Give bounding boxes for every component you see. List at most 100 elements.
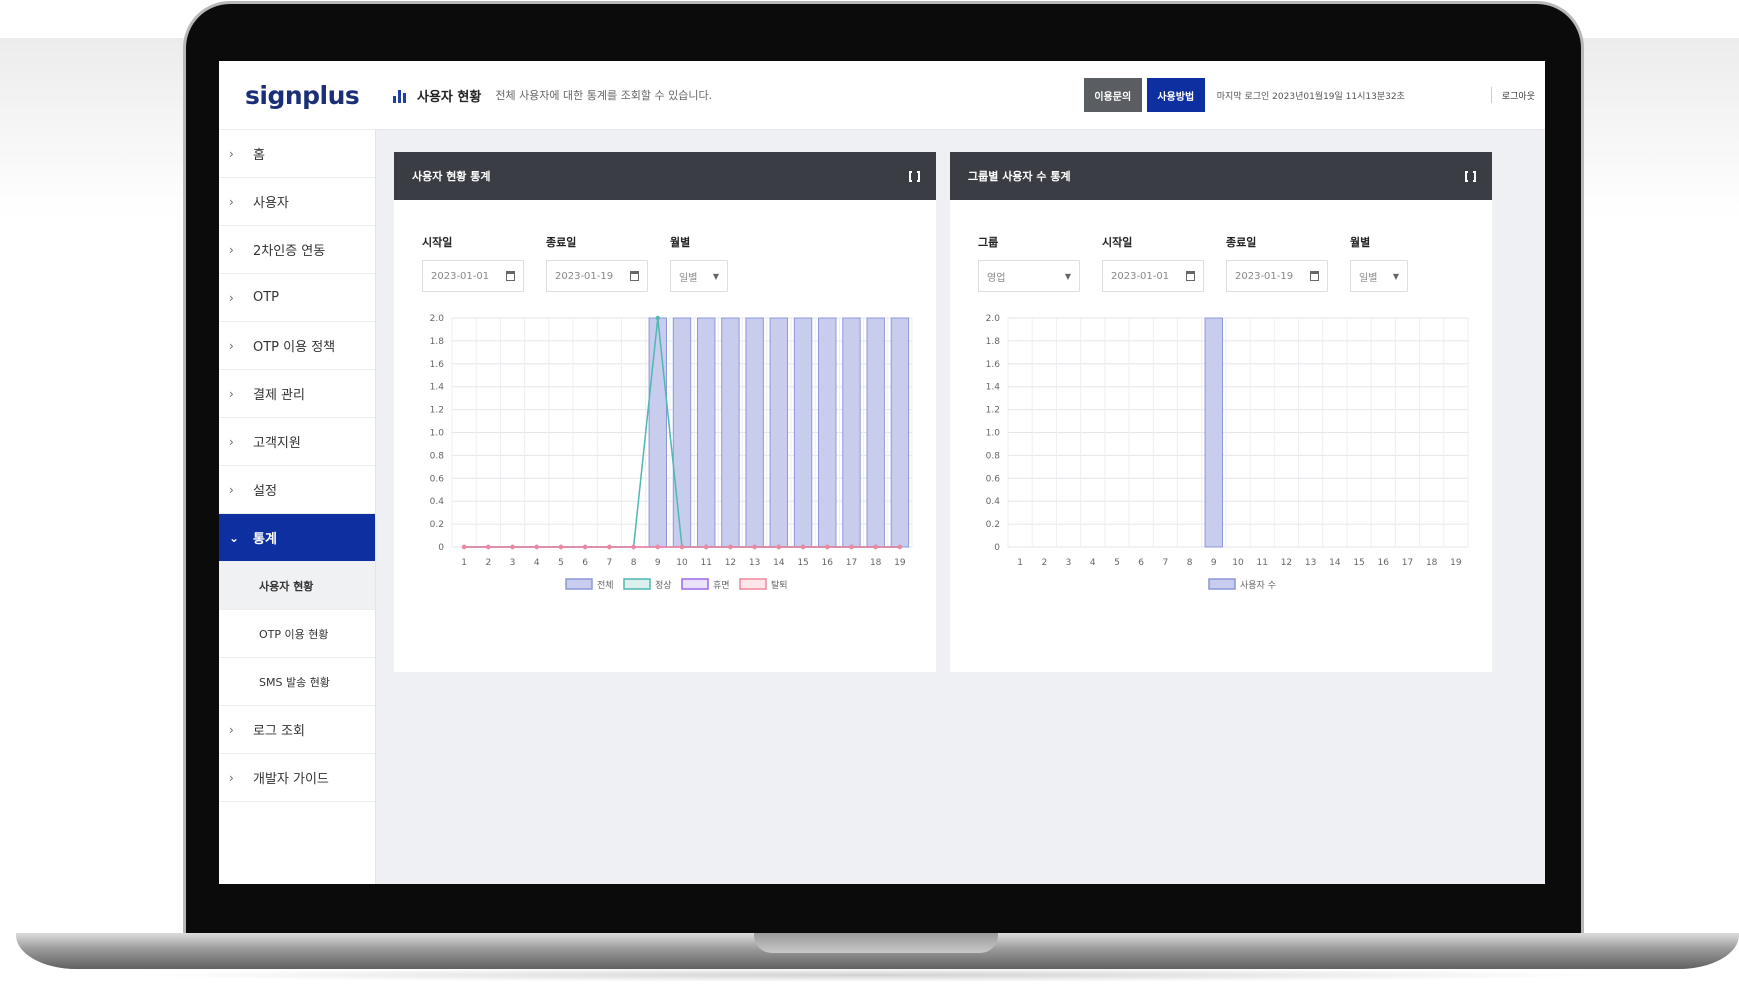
- chevron-down-icon: ▼: [712, 271, 719, 281]
- period-select[interactable]: 일별 ▼: [1350, 260, 1408, 292]
- y-tick-label: 0.8: [430, 451, 445, 461]
- sidebar-item-home[interactable]: › 홈: [219, 130, 375, 178]
- legend-label: 탈퇴: [771, 580, 788, 591]
- sidebar: signplus › 홈 › 사용자 › 2차인증 연동 › OTP › OTP 이용 정…: [219, 61, 376, 884]
- sidebar-item-label: 개발자 가이드: [253, 772, 329, 787]
- chevron-right-icon: ›: [229, 482, 234, 497]
- start-date-input[interactable]: 2023-01-01: [1102, 260, 1204, 292]
- end-date-label: 종료일: [1226, 236, 1257, 249]
- data-point: [704, 544, 709, 550]
- calendar-icon[interactable]: [506, 271, 515, 281]
- bar: [672, 317, 692, 548]
- logo[interactable]: signplus: [219, 61, 375, 130]
- x-tick-label: 6: [1138, 558, 1144, 568]
- bar: [866, 317, 885, 548]
- group-select[interactable]: 영업 ▼: [978, 260, 1080, 292]
- y-tick-label: 0.4: [986, 497, 1001, 507]
- x-tick-label: 12: [725, 558, 736, 568]
- data-point: [582, 544, 588, 550]
- submenu-otp-usage[interactable]: OTP 이용 현황: [219, 610, 375, 658]
- data-point: [486, 544, 491, 550]
- sidebar-item-label: 결제 관리: [253, 388, 305, 403]
- submenu-user-status[interactable]: 사용자 현황: [219, 562, 375, 610]
- sidebar-item-label: 설정: [253, 484, 277, 499]
- y-tick-label: 2.0: [986, 314, 1001, 324]
- laptop-notch: [754, 933, 998, 953]
- x-tick-label: 11: [1256, 558, 1267, 568]
- inquiry-button[interactable]: 이용문의: [1083, 78, 1142, 112]
- legend-label: 사용자 수: [1240, 580, 1276, 591]
- sidebar-item-otp[interactable]: › OTP: [219, 274, 375, 322]
- y-tick-label: 1.2: [430, 406, 444, 416]
- y-tick-label: 2.0: [430, 314, 445, 324]
- chevron-right-icon: ›: [229, 290, 234, 305]
- sidebar-item-otp-policy[interactable]: › OTP 이용 정책: [219, 322, 375, 370]
- x-tick-label: 6: [582, 558, 588, 568]
- sidebar-item-statistics[interactable]: ⌄ 통계: [219, 514, 375, 562]
- x-tick-label: 19: [1450, 558, 1462, 568]
- chevron-down-icon: ▼: [1064, 271, 1071, 281]
- bar: [818, 317, 837, 548]
- x-tick-label: 5: [558, 558, 564, 568]
- page-description: 전체 사용자에 대한 통계를 조회할 수 있습니다.: [495, 89, 713, 102]
- chevron-right-icon: ›: [229, 194, 234, 209]
- sidebar-item-label: 홈: [253, 148, 265, 163]
- logout-link[interactable]: 로그아웃: [1502, 89, 1535, 102]
- submenu-sms-status[interactable]: SMS 발송 현황: [219, 658, 375, 706]
- period-select[interactable]: 일별 ▼: [670, 260, 728, 292]
- x-tick-label: 10: [1232, 558, 1244, 568]
- y-tick-label: 1.2: [986, 406, 1000, 416]
- sidebar-item-support[interactable]: › 고객지원: [219, 418, 375, 466]
- data-point: [461, 544, 467, 550]
- legend-label: 휴면: [713, 580, 730, 591]
- x-tick-label: 14: [773, 558, 785, 568]
- group-user-chart: 00.20.40.60.81.01.21.41.61.82.01 2 3 4 5 6 7 8 9…: [986, 314, 1469, 591]
- sidebar-item-label: OTP 이용 정책: [253, 340, 336, 355]
- x-tick-label: 16: [822, 558, 834, 568]
- chevron-right-icon: ›: [229, 146, 234, 161]
- sidebar-item-2fa[interactable]: › 2차인증 연동: [219, 226, 375, 274]
- calendar-icon[interactable]: [1186, 271, 1195, 281]
- sidebar-item-label: 로그 조회: [253, 724, 305, 739]
- x-tick-label: 2: [485, 558, 491, 568]
- chevron-right-icon: ›: [229, 770, 234, 785]
- user-status-chart: 00.20.40.60.81.01.21.41.61.82.01 2 3 4 5 6 7 8 9…: [430, 314, 913, 591]
- expand-icon[interactable]: [909, 168, 920, 184]
- sidebar-item-billing[interactable]: › 결제 관리: [219, 370, 375, 418]
- x-tick-label: 8: [631, 558, 637, 568]
- calendar-icon[interactable]: [630, 271, 639, 281]
- data-point: [679, 544, 685, 550]
- data-point: [655, 544, 660, 550]
- sidebar-item-dev-guide[interactable]: › 개발자 가이드: [219, 754, 375, 802]
- x-tick-label: 3: [1066, 558, 1072, 568]
- sidebar-item-users[interactable]: › 사용자: [219, 178, 375, 226]
- end-date-label: 종료일: [546, 236, 577, 249]
- y-tick-label: 0.2: [430, 520, 444, 530]
- sidebar-item-label: 사용자: [253, 196, 289, 211]
- end-date-input[interactable]: 2023-01-19: [546, 260, 648, 292]
- sidebar-item-label: OTP: [253, 290, 280, 305]
- legend-swatch: [623, 578, 651, 590]
- calendar-icon[interactable]: [1310, 271, 1319, 281]
- end-date-input[interactable]: 2023-01-19: [1226, 260, 1328, 292]
- x-tick-label: 9: [1211, 558, 1217, 568]
- expand-icon[interactable]: [1465, 168, 1476, 184]
- sidebar-item-logs[interactable]: › 로그 조회: [219, 706, 375, 754]
- divider: [1490, 87, 1492, 103]
- start-date-label: 시작일: [1102, 236, 1133, 249]
- x-tick-label: 14: [1329, 558, 1341, 568]
- bar: [793, 317, 813, 548]
- top-bar: 사용자 현황 전체 사용자에 대한 통계를 조회할 수 있습니다. 이용문의 사…: [375, 61, 1545, 130]
- chevron-right-icon: ›: [229, 338, 234, 353]
- guide-button[interactable]: 사용방법: [1146, 78, 1205, 112]
- sidebar-item-settings[interactable]: › 설정: [219, 466, 375, 514]
- y-tick-label: 1.6: [430, 360, 445, 370]
- start-date-input[interactable]: 2023-01-01: [422, 260, 524, 292]
- bar: [842, 317, 861, 548]
- x-tick-label: 17: [846, 558, 857, 568]
- y-tick-label: 0.6: [430, 474, 445, 484]
- data-point: [655, 315, 660, 321]
- x-tick-label: 16: [1378, 558, 1390, 568]
- y-tick-label: 0.2: [986, 520, 1000, 530]
- data-point: [800, 544, 806, 550]
